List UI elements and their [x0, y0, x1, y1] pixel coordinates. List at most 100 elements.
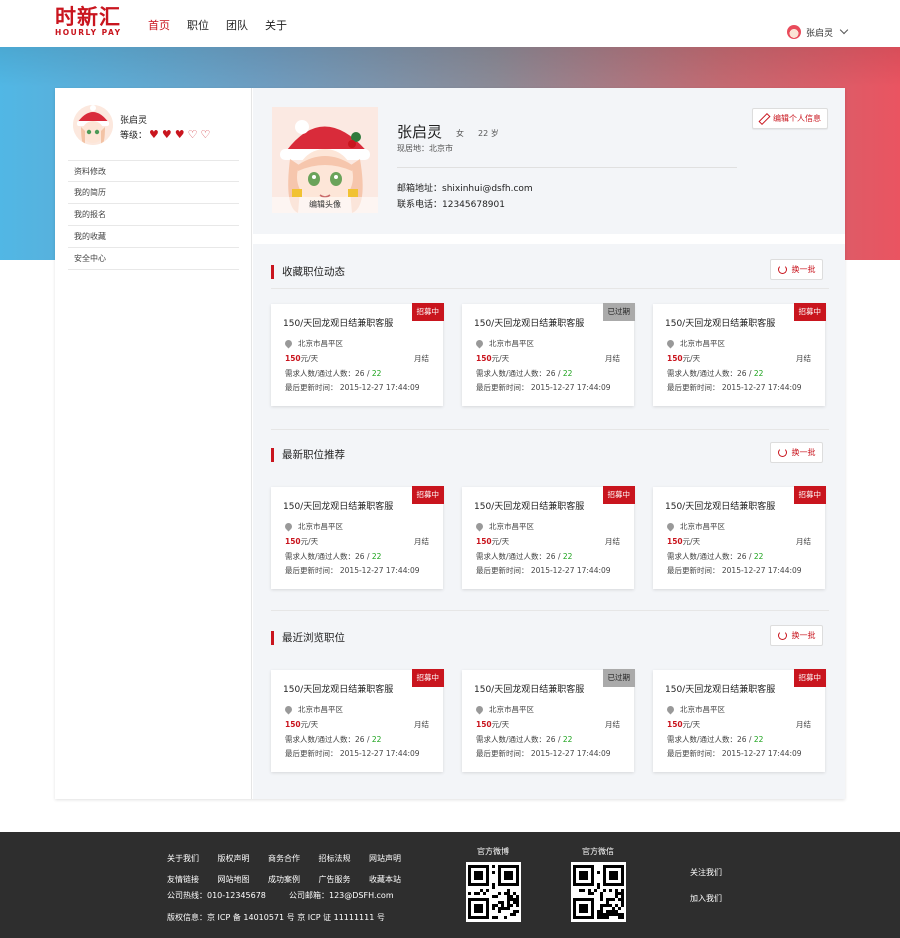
job-location: 北京市昌平区 — [283, 704, 343, 715]
profile-gender: 女 — [456, 129, 464, 138]
refresh-batch-button[interactable]: 换一批 — [770, 625, 823, 646]
job-card[interactable]: 150/天回龙观日结兼职客服 招募中 北京市昌平区 150元/天 月结 需求人数/通过人数… — [271, 303, 444, 406]
footer-link-friends[interactable]: 友情链接 — [167, 869, 218, 890]
main-content: 编辑头像 张启灵 女 22 岁 现居地：北京市 邮箱地址：shixinhui@d… — [253, 88, 845, 799]
job-headcount: 需求人数/通过人数：26 / 22 — [285, 551, 381, 562]
main-nav: 首页 职位 团队 关于 — [148, 17, 287, 33]
footer-link-about[interactable]: 关于我们 — [167, 848, 218, 869]
job-location-text: 北京市昌平区 — [680, 339, 725, 348]
job-pay-amount: 150 — [476, 537, 492, 546]
job-updated-time: 最后更新时间： 2015-12-27 17:44:09 — [667, 749, 802, 758]
sidebar-item-security[interactable]: 安全中心 — [68, 248, 239, 270]
job-settlement: 月结 — [414, 537, 429, 546]
location-pin-icon — [283, 338, 294, 349]
job-location-text: 北京市昌平区 — [680, 705, 725, 714]
job-title[interactable]: 150/天回龙观日结兼职客服 — [474, 499, 584, 512]
refresh-batch-button[interactable]: 换一批 — [770, 442, 823, 463]
location-pin-icon — [474, 704, 485, 715]
job-status-badge: 已过期 — [602, 303, 635, 321]
job-title[interactable]: 150/天回龙观日结兼职客服 — [283, 682, 393, 695]
job-card[interactable]: 150/天回龙观日结兼职客服 招募中 北京市昌平区 150元/天 月结 需求人数/通过人数… — [653, 669, 826, 772]
profile-header: 编辑头像 张启灵 女 22 岁 现居地：北京市 邮箱地址：shixinhui@d… — [253, 88, 845, 244]
job-headcount: 需求人数/通过人数：26 / 22 — [667, 368, 763, 379]
footer-link-business[interactable]: 商务合作 — [268, 848, 319, 869]
job-status-badge: 招募中 — [793, 669, 826, 687]
footer-link-ads[interactable]: 广告服务 — [319, 869, 370, 890]
job-status-badge: 招募中 — [793, 303, 826, 321]
location-pin-icon — [474, 338, 485, 349]
join-us-link[interactable]: 加入我们 — [690, 893, 722, 904]
profile-card: 张启灵 等级： ♥ ♥ ♥ ♡ ♡ 资料修改 我的简历 我的报名 我的收藏 安全中心 — [55, 88, 845, 799]
job-location: 北京市昌平区 — [665, 338, 725, 349]
job-pay: 150元/天 — [476, 353, 509, 364]
weibo-qr-code[interactable] — [465, 862, 521, 922]
job-status-badge: 已过期 — [602, 669, 635, 687]
job-card[interactable]: 150/天回龙观日结兼职客服 已过期 北京市昌平区 150元/天 月结 需求人数/通过人数… — [462, 669, 635, 772]
nav-jobs[interactable]: 职位 — [187, 17, 209, 33]
sidebar-item-applications[interactable]: 我的报名 — [68, 204, 239, 226]
job-title[interactable]: 150/天回龙观日结兼职客服 — [474, 682, 584, 695]
job-title[interactable]: 150/天回龙观日结兼职客服 — [474, 316, 584, 329]
job-title[interactable]: 150/天回龙观日结兼职客服 — [665, 316, 775, 329]
job-updated-time: 最后更新时间： 2015-12-27 17:44:09 — [476, 749, 611, 758]
job-headcount-label: 需求人数/通过人数：26 / — [476, 369, 563, 378]
job-pay-amount: 150 — [476, 354, 492, 363]
profile-address: 现居地：北京市 — [397, 144, 453, 153]
heart-empty-icon: ♡ — [187, 128, 198, 141]
edit-avatar-button[interactable]: 编辑头像 — [272, 197, 378, 213]
footer-link-cases[interactable]: 成功案例 — [268, 869, 319, 890]
user-avatar-small — [786, 25, 801, 39]
nav-team[interactable]: 团队 — [226, 17, 248, 33]
footer-link-bidding[interactable]: 招标法规 — [319, 848, 370, 869]
sidebar-item-favorites[interactable]: 我的收藏 — [68, 226, 239, 248]
section-divider — [271, 288, 829, 289]
job-card[interactable]: 150/天回龙观日结兼职客服 招募中 北京市昌平区 150元/天 月结 需求人数/通过人数… — [462, 486, 635, 589]
job-updated-time: 最后更新时间： 2015-12-27 17:44:09 — [285, 749, 420, 758]
job-settlement: 月结 — [414, 720, 429, 729]
job-title[interactable]: 150/天回龙观日结兼职客服 — [665, 499, 775, 512]
job-location: 北京市昌平区 — [474, 521, 534, 532]
job-card[interactable]: 150/天回龙观日结兼职客服 招募中 北京市昌平区 150元/天 月结 需求人数/通过人数… — [653, 303, 826, 406]
footer-link-bookmark[interactable]: 收藏本站 — [369, 869, 420, 890]
job-title[interactable]: 150/天回龙观日结兼职客服 — [283, 499, 393, 512]
job-card[interactable]: 150/天回龙观日结兼职客服 已过期 北京市昌平区 150元/天 月结 需求人数/通过人数… — [462, 303, 635, 406]
job-pay: 150元/天 — [667, 719, 700, 730]
footer-link-copyright[interactable]: 版权声明 — [218, 848, 269, 869]
follow-us-link[interactable]: 关注我们 — [690, 867, 722, 878]
user-menu[interactable]: 张启灵 — [786, 25, 849, 39]
edit-profile-button[interactable]: 编辑个人信息 — [752, 108, 828, 129]
job-status-badge: 招募中 — [411, 486, 444, 504]
footer-email: 公司邮箱：123@DSFH.com — [289, 891, 394, 900]
sidebar-item-resume[interactable]: 我的简历 — [68, 182, 239, 204]
logo[interactable]: 时新汇 HOURLY PAY — [55, 6, 129, 37]
job-headcount: 需求人数/通过人数：26 / 22 — [476, 368, 572, 379]
profile-email: 邮箱地址：shixinhui@dsfh.com — [397, 184, 533, 194]
job-settlement: 月结 — [605, 354, 620, 363]
job-card[interactable]: 150/天回龙观日结兼职客服 招募中 北京市昌平区 150元/天 月结 需求人数/通过人数… — [271, 669, 444, 772]
job-pay: 150元/天 — [667, 536, 700, 547]
job-pay-unit: 元/天 — [300, 537, 319, 546]
section-divider — [271, 610, 829, 611]
footer-link-row: 友情链接 网站地图 成功案例 广告服务 收藏本站 — [167, 869, 427, 890]
job-settlement: 月结 — [796, 354, 811, 363]
job-passed-count: 22 — [371, 552, 382, 561]
job-settlement: 月结 — [796, 720, 811, 729]
job-title[interactable]: 150/天回龙观日结兼职客服 — [283, 316, 393, 329]
job-card[interactable]: 150/天回龙观日结兼职客服 招募中 北京市昌平区 150元/天 月结 需求人数/通过人数… — [271, 486, 444, 589]
job-card[interactable]: 150/天回龙观日结兼职客服 招募中 北京市昌平区 150元/天 月结 需求人数/通过人数… — [653, 486, 826, 589]
footer-link-statement[interactable]: 网站声明 — [369, 848, 420, 869]
job-list: 150/天回龙观日结兼职客服 招募中北京市昌平区 150元/天 月结需求人数/通过人数… — [271, 669, 826, 772]
wechat-qr-code[interactable] — [570, 862, 626, 922]
refresh-batch-button[interactable]: 换一批 — [770, 259, 823, 280]
nav-about[interactable]: 关于 — [265, 17, 287, 33]
job-settlement: 月结 — [414, 354, 429, 363]
job-pay-unit: 元/天 — [682, 354, 701, 363]
sidebar-item-edit-profile[interactable]: 资料修改 — [68, 160, 239, 182]
profile-divider — [397, 167, 737, 168]
job-headcount: 需求人数/通过人数：26 / 22 — [285, 734, 381, 745]
job-title[interactable]: 150/天回龙观日结兼职客服 — [665, 682, 775, 695]
footer-link-sitemap[interactable]: 网站地图 — [218, 869, 269, 890]
job-location: 北京市昌平区 — [283, 338, 343, 349]
footer-hotline: 公司热线：010-12345678 — [167, 891, 266, 900]
nav-home[interactable]: 首页 — [148, 17, 170, 33]
